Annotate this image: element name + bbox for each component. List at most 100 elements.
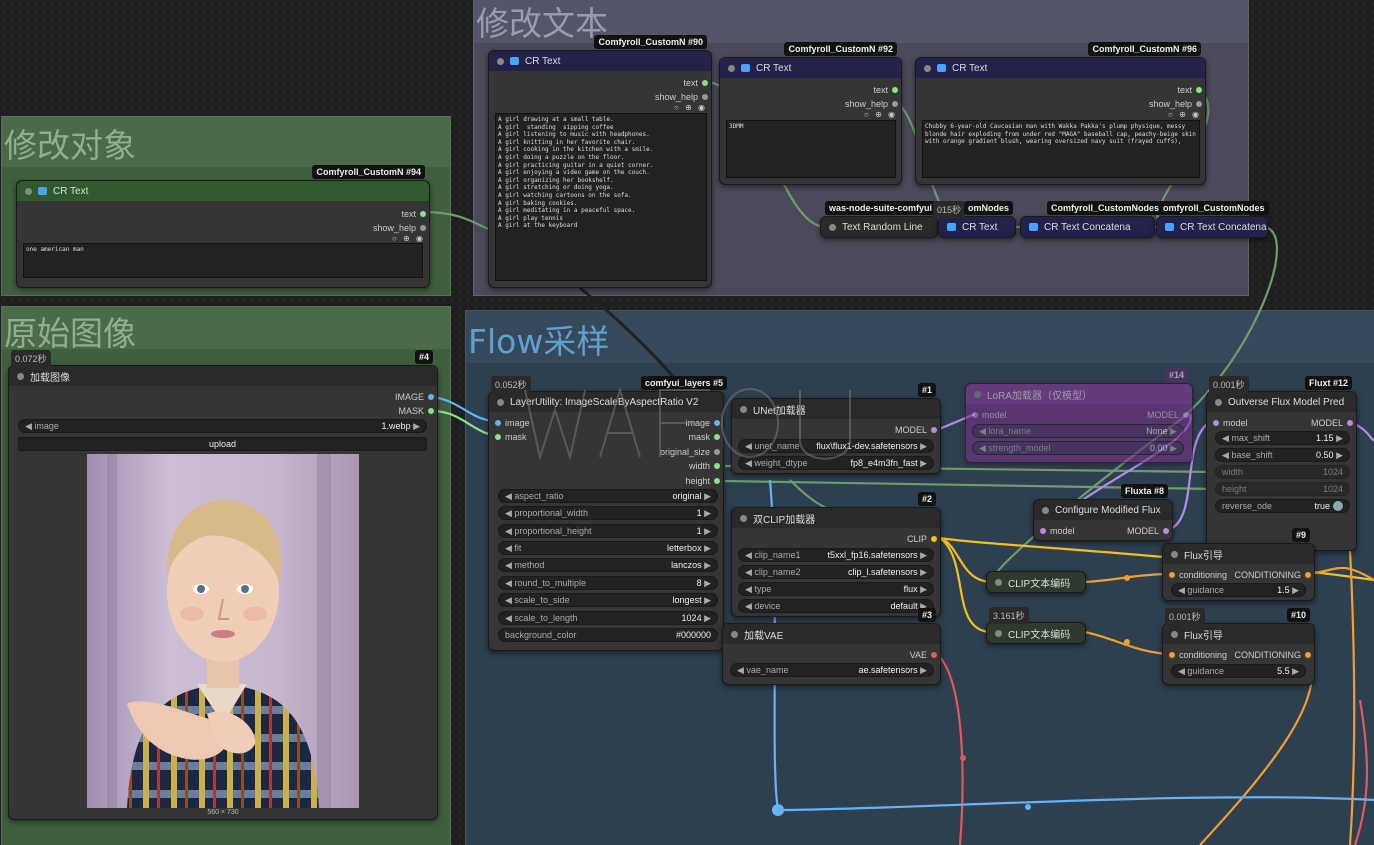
- node-header[interactable]: CLIP文本编码: [987, 572, 1085, 592]
- node-configure-modified-flux-8[interactable]: Fluxta #8 Configure Modified Flux model …: [1033, 484, 1173, 541]
- chevron-left-icon[interactable]: ◀: [25, 421, 34, 432]
- proportional-height-input[interactable]: ◀ proportional_height 1 ▶: [498, 524, 718, 538]
- output-show-help[interactable]: show_help: [655, 92, 708, 102]
- node-header[interactable]: LoRA加载器（仅模型）: [966, 384, 1192, 404]
- port-dot[interactable]: [702, 80, 708, 86]
- vae-name-select[interactable]: ◀ vae_name ae.safetensors ▶: [730, 663, 934, 677]
- collapse-dot[interactable]: [1171, 630, 1178, 638]
- port-dot[interactable]: [1196, 87, 1202, 93]
- output-text[interactable]: text: [683, 78, 708, 88]
- collapse-dot[interactable]: [1042, 506, 1049, 514]
- port-dot[interactable]: [1305, 572, 1311, 578]
- toggle-icons[interactable]: ○ ⊕ ◉: [1168, 110, 1201, 119]
- collapse-dot[interactable]: [728, 64, 735, 72]
- node-clip-text-encode-a[interactable]: CLIP文本编码: [986, 571, 1086, 593]
- port-dot[interactable]: [892, 101, 898, 107]
- port-dot[interactable]: [1183, 412, 1189, 418]
- port-dot[interactable]: [428, 408, 434, 414]
- input-conditioning[interactable]: conditioning: [1169, 650, 1227, 660]
- guidance-input[interactable]: ◀ guidance 5.5 ▶: [1171, 664, 1306, 678]
- node-clip-text-encode-b[interactable]: 3.161秒 CLIP文本编码: [986, 607, 1086, 644]
- port-dot[interactable]: [702, 94, 708, 100]
- collapse-dot[interactable]: [974, 390, 981, 398]
- output-model[interactable]: MODEL: [895, 425, 937, 435]
- strength-model-input[interactable]: ◀ strength_model 0.00 ▶: [972, 441, 1184, 455]
- clip-name2-select[interactable]: ◀ clip_name2 clip_l.safetensors ▶: [738, 565, 934, 579]
- output-conditioning[interactable]: CONDITIONING: [1235, 650, 1311, 660]
- clip-name1-select[interactable]: ◀ clip_name1 t5xxl_fp16.safetensors ▶: [738, 548, 934, 562]
- reverse-ode-toggle[interactable]: reverse_ode true: [1215, 499, 1350, 513]
- node-header[interactable]: Flux引导: [1163, 544, 1314, 564]
- port-dot[interactable]: [972, 412, 978, 418]
- node-header[interactable]: CLIP文本编码: [987, 623, 1085, 643]
- node-cr-text-96[interactable]: Comfyroll_CustomN #96 CR Text text show_…: [915, 42, 1206, 185]
- collapse-dot[interactable]: [497, 398, 504, 406]
- node-header[interactable]: Flux引导: [1163, 624, 1314, 644]
- port-dot[interactable]: [1213, 420, 1219, 426]
- node-header[interactable]: CR Text: [720, 58, 901, 78]
- node-text-concatenate-2[interactable]: omfyroll_CustomNodes CR Text Concatena: [1156, 201, 1269, 238]
- node-header[interactable]: CR Text: [489, 51, 711, 71]
- chevron-right-icon[interactable]: ▶: [411, 421, 420, 432]
- output-text[interactable]: text: [1177, 85, 1202, 95]
- output-show-help[interactable]: show_help: [373, 223, 426, 233]
- node-header[interactable]: 加载VAE: [723, 624, 940, 644]
- node-flux-guidance-10[interactable]: 0.001秒 #10 Flux引导 conditioning CONDITION…: [1162, 608, 1315, 685]
- output-vae[interactable]: VAE: [910, 650, 937, 660]
- text-area[interactable]: one american man: [23, 243, 423, 278]
- toggle-icons[interactable]: ○ ⊕ ◉: [392, 234, 425, 243]
- port-dot[interactable]: [1169, 652, 1175, 658]
- port-dot[interactable]: [420, 211, 426, 217]
- port-dot[interactable]: [420, 225, 426, 231]
- node-cr-text-90[interactable]: Comfyroll_CustomN #90 CR Text text show_…: [488, 35, 712, 288]
- node-flux-guidance-9[interactable]: #9 Flux引导 conditioning CONDITIONING ◀ gu…: [1162, 528, 1315, 601]
- upload-button[interactable]: upload: [18, 437, 427, 451]
- image-select[interactable]: ◀ image 1.webp ▶: [18, 419, 427, 433]
- collapse-dot[interactable]: [740, 514, 747, 522]
- node-cr-text-mini[interactable]: 015秒 omNodes CR Text: [933, 201, 1016, 238]
- collapse-dot[interactable]: [497, 57, 504, 65]
- output-conditioning[interactable]: CONDITIONING: [1235, 570, 1311, 580]
- port-dot[interactable]: [428, 394, 434, 400]
- collapse-dot[interactable]: [924, 64, 931, 72]
- input-model[interactable]: model: [1040, 526, 1075, 536]
- node-cr-text-92[interactable]: Comfyroll_CustomN #92 CR Text text show_…: [719, 42, 902, 185]
- port-dot[interactable]: [931, 652, 937, 658]
- node-header[interactable]: Outverse Flux Model Pred: [1207, 392, 1356, 412]
- node-text-concatenate-1[interactable]: Comfyroll_CustomNodes CR Text Concatena: [1020, 201, 1164, 238]
- output-mask[interactable]: MASK: [398, 406, 434, 416]
- node-header[interactable]: CR Text: [916, 58, 1205, 78]
- output-model[interactable]: MODEL: [1147, 410, 1189, 420]
- node-header[interactable]: Text Random Line: [821, 217, 937, 237]
- proportional-width-input[interactable]: ◀ proportional_width 1 ▶: [498, 506, 718, 520]
- node-cr-text-94[interactable]: Comfyroll_CustomN #94 CR Text text show_…: [16, 165, 430, 288]
- output-text[interactable]: text: [401, 209, 426, 219]
- node-header[interactable]: CR Text: [939, 217, 1015, 237]
- port-dot[interactable]: [714, 478, 720, 484]
- port-dot[interactable]: [1305, 652, 1311, 658]
- node-vae-loader-3[interactable]: #3 加载VAE VAE ◀ vae_name ae.safetensors ▶: [722, 608, 941, 685]
- collapse-dot[interactable]: [1171, 550, 1178, 558]
- node-header[interactable]: CR Text Concatena: [1157, 217, 1267, 237]
- node-load-image-4[interactable]: 0.072秒 #4 加载图像 IMAGE MASK ◀ image 1.webp …: [8, 350, 438, 820]
- port-dot[interactable]: [892, 87, 898, 93]
- node-header[interactable]: Configure Modified Flux: [1034, 500, 1172, 520]
- collapse-dot[interactable]: [17, 372, 24, 380]
- port-dot[interactable]: [1163, 528, 1169, 534]
- collapse-dot[interactable]: [829, 223, 836, 231]
- toggle-knob-icon[interactable]: [1333, 501, 1343, 511]
- output-text[interactable]: text: [873, 85, 898, 95]
- toggle-icons[interactable]: ○ ⊕ ◉: [864, 110, 897, 119]
- node-header[interactable]: CR Text: [17, 181, 429, 201]
- node-header[interactable]: CR Text Concatena: [1021, 217, 1154, 237]
- output-height[interactable]: height: [685, 476, 720, 486]
- collapse-dot[interactable]: [25, 187, 32, 195]
- node-lora-loader-bypassed[interactable]: #14 LoRA加载器（仅模型） model MODEL ◀ lora_name…: [965, 368, 1193, 463]
- port-dot[interactable]: [1347, 420, 1353, 426]
- node-outverse-flux-12[interactable]: 0.001秒 Fluxt #12 Outverse Flux Model Pre…: [1206, 376, 1357, 551]
- output-show-help[interactable]: show_help: [1149, 99, 1202, 109]
- text-area[interactable]: A girl drawing at a small table. A girl …: [495, 113, 707, 281]
- port-dot[interactable]: [1040, 528, 1046, 534]
- fit-select[interactable]: ◀ fit letterbox ▶: [498, 541, 718, 555]
- port-dot[interactable]: [1169, 572, 1175, 578]
